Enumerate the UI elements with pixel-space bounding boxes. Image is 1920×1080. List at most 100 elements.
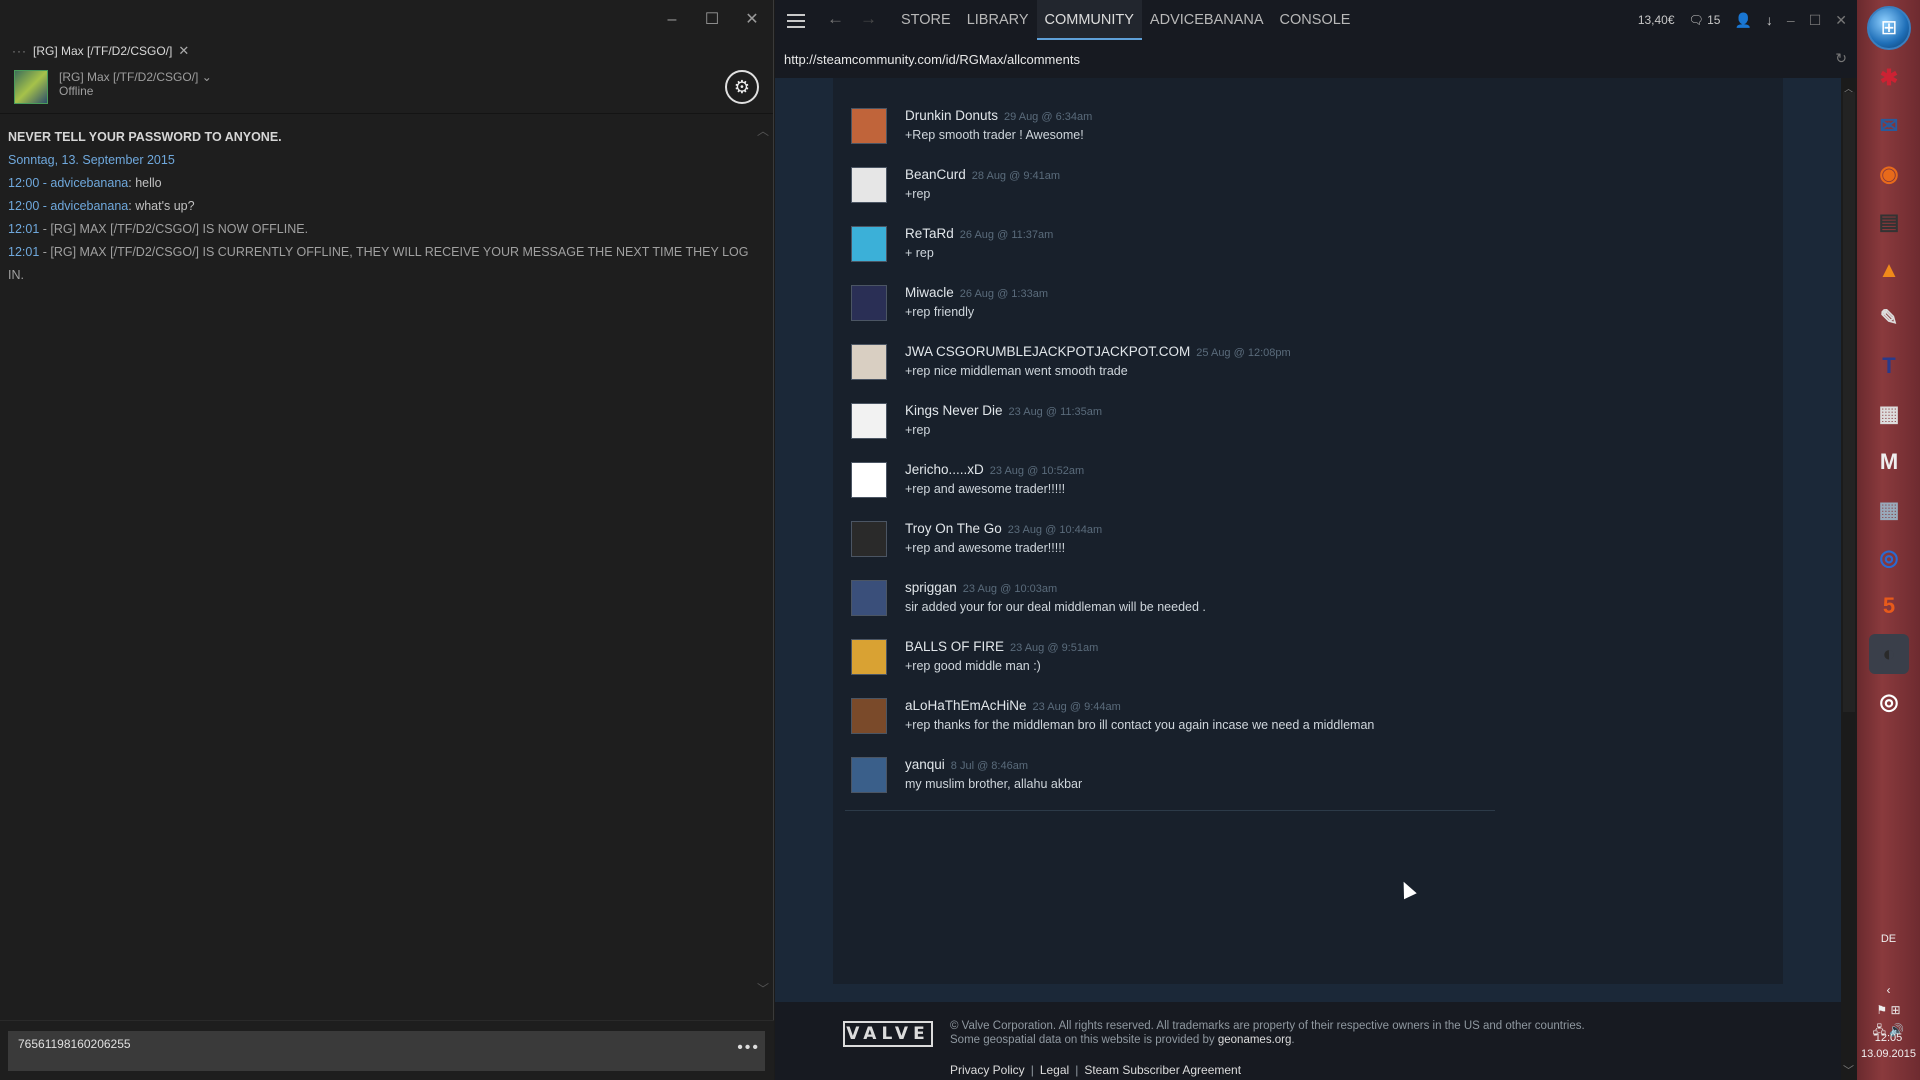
chat-message-input[interactable]: 76561198160206255 <box>8 1031 765 1071</box>
gear-icon[interactable]: ⚙ <box>725 70 759 104</box>
comment-author[interactable]: aLoHaThEmAcHiNe 23 Aug @ 9:44am <box>905 698 1121 713</box>
maximize-button[interactable]: ☐ <box>697 8 727 32</box>
nav-library[interactable]: LIBRARY <box>959 0 1037 40</box>
commenter-avatar[interactable] <box>851 757 887 793</box>
windows-icon[interactable]: ⊞ <box>1891 1003 1901 1017</box>
red-star-icon[interactable]: ✱ <box>1869 58 1909 98</box>
geonames-link[interactable]: geonames.org <box>1218 1034 1292 1046</box>
download-icon[interactable]: ↓ <box>1766 12 1773 28</box>
comment-author-name[interactable]: BeanCurd <box>905 167 966 182</box>
steam-icon[interactable]: ◐ <box>1869 634 1909 674</box>
flag-icon[interactable]: ⚑ <box>1876 1003 1887 1017</box>
close-button[interactable]: ✕ <box>737 8 767 32</box>
commenter-avatar[interactable] <box>851 167 887 203</box>
commenter-avatar[interactable] <box>851 521 887 557</box>
comment-author[interactable]: Miwacle 26 Aug @ 1:33am <box>905 285 1048 300</box>
terminal-icon[interactable]: ▤ <box>1869 202 1909 242</box>
comment-author-name[interactable]: Kings Never Die <box>905 403 1003 418</box>
more-options-icon[interactable]: ••• <box>737 1039 760 1057</box>
comment-author-name[interactable]: BALLS OF FIRE <box>905 639 1004 654</box>
vlc-icon[interactable]: ▲ <box>1869 250 1909 290</box>
comment-author-name[interactable]: ReTaRd <box>905 226 954 241</box>
language-indicator[interactable]: DE <box>1857 933 1920 945</box>
page-scrollbar[interactable]: ︿ ﹀ <box>1841 78 1857 1080</box>
comment-author[interactable]: Troy On The Go 23 Aug @ 10:44am <box>905 521 1102 536</box>
commenter-avatar[interactable] <box>851 403 887 439</box>
chat-tab[interactable]: ··· [RG] Max [/TF/D2/CSGO/] ✕ <box>6 41 196 61</box>
comment-author-name[interactable]: JWA CSGORUMBLEJACKPOTJACKPOT.COM <box>905 344 1190 359</box>
maximize-button[interactable]: ☐ <box>1809 12 1822 29</box>
chevron-down-icon[interactable]: ⌄ <box>202 70 212 84</box>
nav-store[interactable]: STORE <box>893 0 959 40</box>
html5-icon[interactable]: 5 <box>1869 586 1909 626</box>
menu-icon[interactable] <box>787 10 805 30</box>
commenter-avatar[interactable] <box>851 462 887 498</box>
comment-timestamp: 23 Aug @ 11:35am <box>1008 406 1103 418</box>
minimize-button[interactable]: ‒ <box>1787 12 1795 28</box>
notepad-icon[interactable]: ✎ <box>1869 298 1909 338</box>
reload-icon[interactable]: ↻ <box>1835 50 1847 67</box>
scroll-down-icon[interactable]: ﹀ <box>757 980 769 997</box>
commenter-avatar[interactable] <box>851 108 887 144</box>
commenter-avatar[interactable] <box>851 344 887 380</box>
comment-author[interactable]: yanqui 8 Jul @ 8:46am <box>905 757 1028 772</box>
scroll-down-icon[interactable]: ﹀ <box>1843 1062 1854 1078</box>
tab-close-icon[interactable]: ✕ <box>178 43 189 59</box>
comment-timestamp: 26 Aug @ 11:37am <box>959 229 1054 241</box>
commenter-avatar[interactable] <box>851 226 887 262</box>
comment-author[interactable]: JWA CSGORUMBLEJACKPOTJACKPOT.COM 25 Aug @… <box>905 344 1291 359</box>
firefox-icon[interactable]: ◉ <box>1869 154 1909 194</box>
back-arrow-icon[interactable]: ← <box>827 9 844 29</box>
comment-author[interactable]: Jericho.....xD 23 Aug @ 10:52am <box>905 462 1084 477</box>
comment-text: my muslim brother, allahu akbar <box>905 777 1083 791</box>
comment-author[interactable]: BeanCurd 28 Aug @ 9:41am <box>905 167 1060 182</box>
url-text[interactable]: http://steamcommunity.com/id/RGMax/allco… <box>784 52 1080 67</box>
comment-timestamp: 25 Aug @ 12:08pm <box>1196 347 1291 359</box>
app-icon[interactable]: ▦ <box>1869 394 1909 434</box>
privacy-policy-link[interactable]: Privacy Policy <box>950 1063 1025 1077</box>
commenter-avatar[interactable] <box>851 580 887 616</box>
valve-logo[interactable]: VALVE <box>843 1021 933 1047</box>
close-button[interactable]: ✕ <box>1835 12 1847 29</box>
minimize-button[interactable]: ‒ <box>657 8 687 32</box>
comment-author[interactable]: Kings Never Die 23 Aug @ 11:35am <box>905 403 1102 418</box>
comment-author[interactable]: ReTaRd 26 Aug @ 11:37am <box>905 226 1053 241</box>
comment-author-name[interactable]: Jericho.....xD <box>905 462 984 477</box>
nav-community[interactable]: COMMUNITY <box>1036 0 1142 40</box>
calculator-icon[interactable]: ▦ <box>1869 490 1909 530</box>
friend-name[interactable]: [RG] Max [/TF/D2/CSGO/] ⌄ <box>59 70 212 84</box>
comment-author-name[interactable]: spriggan <box>905 580 957 595</box>
chevron-left-icon[interactable]: ‹ <box>1857 980 1920 1000</box>
ubuntu-icon[interactable]: ◎ <box>1869 538 1909 578</box>
commenter-avatar[interactable] <box>851 285 887 321</box>
comment-author-name[interactable]: Miwacle <box>905 285 954 300</box>
comment-author[interactable]: spriggan 23 Aug @ 10:03am <box>905 580 1057 595</box>
wallet-balance[interactable]: 13,40€ <box>1638 13 1675 27</box>
tex-icon[interactable]: T <box>1869 346 1909 386</box>
windows-start-icon[interactable]: ⊞ <box>1867 6 1911 50</box>
legal-link[interactable]: Legal <box>1040 1063 1069 1077</box>
thunderbird-icon[interactable]: ✉ <box>1869 106 1909 146</box>
commenter-avatar[interactable] <box>851 639 887 675</box>
comment-author-name[interactable]: Drunkin Donuts <box>905 108 998 123</box>
nav-profile[interactable]: ADVICEBANANA <box>1142 0 1272 40</box>
comment-author-name[interactable]: Troy On The Go <box>905 521 1002 536</box>
subscriber-agreement-link[interactable]: Steam Subscriber Agreement <box>1084 1063 1241 1077</box>
friends-icon[interactable]: 👤 <box>1734 12 1751 29</box>
comment-timestamp: 23 Aug @ 10:44am <box>1007 524 1103 536</box>
gmail-icon[interactable]: M <box>1869 442 1909 482</box>
comment-author[interactable]: BALLS OF FIRE 23 Aug @ 9:51am <box>905 639 1098 654</box>
forward-arrow-icon[interactable]: → <box>860 9 877 29</box>
comment-author-name[interactable]: yanqui <box>905 757 945 772</box>
notifications-button[interactable]: 🗨 15 <box>1689 13 1721 27</box>
clock[interactable]: 12:05 13.09.2015 <box>1857 1030 1920 1062</box>
friend-avatar[interactable] <box>14 70 48 104</box>
commenter-avatar[interactable] <box>851 698 887 734</box>
tab-menu-icon[interactable]: ··· <box>12 44 27 58</box>
chrome-icon[interactable]: ◎ <box>1869 682 1909 722</box>
comment-author[interactable]: Drunkin Donuts 29 Aug @ 6:34am <box>905 108 1092 123</box>
steam-top-bar: ← → STORE LIBRARY COMMUNITY ADVICEBANANA… <box>775 0 1857 40</box>
scrollbar-thumb[interactable] <box>1843 92 1855 712</box>
comment-author-name[interactable]: aLoHaThEmAcHiNe <box>905 698 1027 713</box>
nav-console[interactable]: CONSOLE <box>1272 0 1359 40</box>
